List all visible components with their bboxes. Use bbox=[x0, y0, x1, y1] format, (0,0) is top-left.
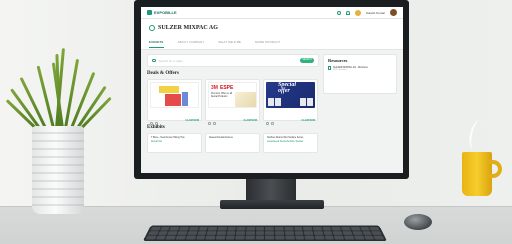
tab-more-product[interactable]: MORE PRODUCT bbox=[255, 40, 280, 48]
company-logo-icon bbox=[149, 25, 155, 31]
search-bar: Search for a video SEARCH bbox=[147, 54, 319, 67]
search-input[interactable]: Search for a video bbox=[159, 59, 298, 63]
search-button[interactable]: SEARCH bbox=[300, 58, 314, 63]
claim-now-link[interactable]: CLAIM NOW bbox=[243, 120, 257, 122]
exhibit-card[interactable]: T Bone - New Device Hiking Tips Dental K… bbox=[147, 133, 202, 153]
exhibit-sub: Guaranteed Dental Surface Studies bbox=[267, 141, 304, 143]
exhibits-list: T Bone - New Device Hiking Tips Dental K… bbox=[147, 133, 319, 153]
deal-card[interactable]: 3M ESPE Premium Offer on all Dental Prod… bbox=[205, 79, 260, 125]
search-icon bbox=[152, 58, 156, 63]
brand-name: EXPOBILLE bbox=[154, 10, 177, 15]
tab-about-company[interactable]: ABOUT COMPANY bbox=[178, 40, 205, 48]
deals-list: CLAIM NOW 3M ESPE Premium Offer on all D… bbox=[147, 79, 319, 125]
share-icon[interactable] bbox=[150, 122, 153, 125]
plant-pot bbox=[32, 126, 84, 214]
bookmark-icon[interactable] bbox=[155, 122, 158, 125]
claim-now-link[interactable]: CLAIM NOW bbox=[301, 120, 315, 122]
special-offer-text: Special offer bbox=[278, 82, 296, 94]
document-icon bbox=[328, 66, 331, 70]
company-name: SULZER MIXPAC AG bbox=[158, 25, 218, 31]
main-column: Search for a video SEARCH Deals & Offers… bbox=[147, 54, 319, 153]
top-navbar: EXPOBILLE Suresh Kumar bbox=[141, 7, 403, 19]
keyboard bbox=[142, 225, 388, 242]
tab-exhibits[interactable]: EXHIBITS bbox=[149, 40, 164, 48]
search-icon[interactable] bbox=[336, 10, 341, 15]
resources-title: Resources bbox=[328, 58, 348, 63]
computer-mouse bbox=[404, 214, 432, 230]
claim-now-link[interactable]: CLAIM NOW bbox=[185, 120, 199, 122]
product-pack bbox=[235, 92, 256, 107]
resource-item[interactable]: SULZER MIXPAC AG - Brochure PDF Document bbox=[328, 66, 392, 71]
brand[interactable]: EXPOBILLE bbox=[147, 10, 177, 15]
exhibit-sub: Dental Kits bbox=[151, 141, 163, 143]
brand-logo-icon bbox=[147, 10, 152, 15]
user-badge-icon bbox=[354, 9, 361, 16]
share-icon[interactable] bbox=[208, 122, 211, 125]
brand-espe-logo: ESPE bbox=[220, 85, 234, 91]
company-tabs: EXHIBITS ABOUT COMPANY WHAT WE'D BE MORE… bbox=[149, 40, 395, 48]
exhibit-card[interactable]: Newest Dental Devices bbox=[205, 133, 260, 153]
side-column: Resources SULZER MIXPAC AG - Brochure PD… bbox=[323, 54, 397, 153]
deal-image: 3M ESPE Premium Offer on all Dental Prod… bbox=[208, 82, 257, 108]
resource-meta: PDF Document bbox=[333, 69, 347, 71]
deal-text: Premium Offer on all Dental Products bbox=[211, 93, 233, 98]
monitor-base bbox=[220, 200, 324, 209]
deal-card[interactable]: CLAIM NOW bbox=[147, 79, 202, 125]
exhibit-title: Sulzbeu Dramol Dot Surface Series bbox=[267, 137, 304, 139]
screen: EXPOBILLE Suresh Kumar SULZER MIXPAC AG … bbox=[141, 7, 403, 173]
share-icon[interactable] bbox=[266, 122, 269, 125]
tab-what-we-do[interactable]: WHAT WE'D BE bbox=[218, 40, 241, 48]
bell-icon[interactable] bbox=[345, 10, 350, 15]
exhibit-title: Newest Dental Devices bbox=[209, 137, 233, 139]
deal-image: Special offer bbox=[266, 82, 315, 108]
user-name[interactable]: Suresh Kumar bbox=[366, 11, 385, 15]
deal-card[interactable]: Special offer CLAIM NOW bbox=[263, 79, 318, 125]
avatar[interactable] bbox=[390, 9, 397, 16]
resources-panel: Resources SULZER MIXPAC AG - Brochure PD… bbox=[323, 54, 397, 94]
deal-image bbox=[150, 82, 199, 108]
brand-3m-logo: 3M bbox=[211, 85, 218, 91]
exhibit-card[interactable]: Sulzbeu Dramol Dot Surface Series Guaran… bbox=[263, 133, 318, 153]
exhibit-title: T Bone - New Device Hiking Tips bbox=[151, 137, 185, 139]
potted-plant bbox=[5, 24, 112, 214]
company-header: SULZER MIXPAC AG EXHIBITS ABOUT COMPANY … bbox=[141, 19, 403, 50]
deals-title: Deals & Offers bbox=[147, 71, 179, 76]
bookmark-icon[interactable] bbox=[271, 122, 274, 125]
bookmark-icon[interactable] bbox=[213, 122, 216, 125]
